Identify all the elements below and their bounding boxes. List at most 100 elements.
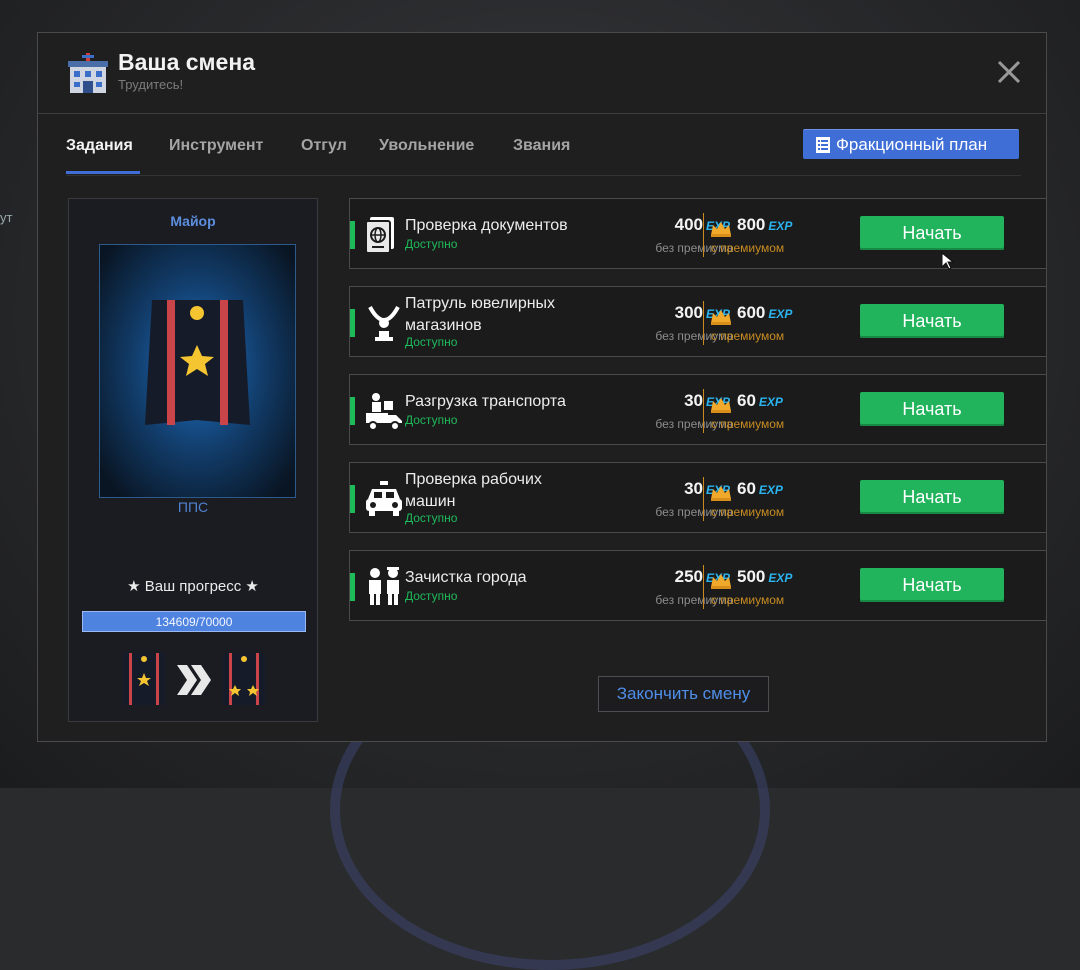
task-exp-premium: 60 EXP [737, 391, 783, 411]
task-name-line: Зачистка города [405, 569, 527, 586]
exp-unit: EXP [758, 395, 783, 409]
active-tab-indicator [66, 171, 140, 174]
task-status: Доступно [405, 511, 458, 525]
police-station-icon [68, 53, 108, 93]
crown-icon [710, 221, 732, 242]
clipboard-icon [816, 137, 830, 153]
premium-label: с премиумом [711, 329, 785, 343]
task-row: Патруль ювелирных магазинов Доступно 300 EXP… [349, 286, 1047, 357]
exp-value: 250 [674, 567, 703, 586]
task-name: Патруль ювелирных магазинов [405, 293, 555, 337]
exp-premium-value: 600 [737, 303, 766, 322]
task-accent [350, 309, 355, 337]
start-task-button[interactable]: Начать [860, 216, 1004, 250]
crown-icon [710, 485, 732, 506]
crown-icon [710, 397, 732, 418]
exp-unit: EXP [768, 219, 793, 233]
tab-tools[interactable]: Инструмент [169, 137, 263, 155]
task-name-line: Проверка рабочих [405, 471, 542, 488]
progress-text: 134609/70000 [155, 615, 233, 629]
premium-label: с премиумом [711, 593, 785, 607]
shift-window: Ваша смена Трудитесь! Задания Инструмент… [37, 32, 1047, 742]
exp-premium-value: 800 [737, 215, 766, 234]
police-car-icon [366, 481, 402, 516]
task-status: Доступно [405, 237, 458, 251]
faction-plan-label: Фракционный план [836, 135, 988, 154]
finish-shift-button[interactable]: Закончить смену [598, 676, 769, 712]
task-name: Проверка документов [405, 215, 568, 237]
task-name-line: магазинов [405, 317, 482, 334]
task-status: Доступно [405, 335, 458, 349]
progress-title: ★ Ваш прогресс ★ [127, 578, 259, 595]
task-exp-premium: 800 EXP [737, 215, 792, 235]
task-name-line: машин [405, 493, 456, 510]
close-icon[interactable] [994, 57, 1024, 87]
delivery-truck-icon [366, 393, 402, 431]
crown-icon [710, 573, 732, 594]
premium-label: с премиумом [711, 241, 785, 255]
start-task-button[interactable]: Начать [860, 568, 1004, 602]
task-status: Доступно [405, 589, 458, 603]
faction-plan-button[interactable]: Фракционный план [803, 129, 1019, 159]
task-name: Зачистка города [405, 567, 527, 589]
exp-premium-value: 60 [737, 479, 756, 498]
task-name-line: Проверка документов [405, 217, 568, 234]
crown-icon [710, 309, 732, 330]
task-row: Проверка рабочих машин Доступно 30 EXP без пр… [349, 462, 1047, 533]
tab-dismissal[interactable]: Увольнение [379, 137, 474, 155]
rank-progress-bar: 134609/70000 [82, 611, 306, 632]
passport-icon [365, 217, 394, 254]
rank-unit: ППС [177, 499, 209, 515]
premium-label: с премиумом [711, 505, 785, 519]
exp-premium-value: 500 [737, 567, 766, 586]
task-exp-premium: 500 EXP [737, 567, 792, 587]
task-accent [350, 397, 355, 425]
task-row: Разгрузка транспорта Доступно 30 EXP без пре… [349, 374, 1047, 445]
divider [703, 301, 704, 345]
task-status: Доступно [405, 413, 458, 427]
police-officers-icon [369, 567, 399, 605]
divider [703, 565, 704, 609]
window-title: Ваша смена [118, 49, 256, 75]
window-subtitle: Трудитесь! [118, 77, 184, 92]
exp-value: 30 [684, 391, 703, 410]
start-task-button[interactable]: Начать [860, 304, 1004, 338]
tab-day-off[interactable]: Отгул [301, 137, 347, 155]
major-epaulet-icon [145, 300, 250, 425]
task-name-line: Разгрузка транспорта [405, 393, 566, 410]
exp-premium-value: 60 [737, 391, 756, 410]
task-name: Разгрузка транспорта [405, 391, 566, 413]
window-header: Ваша смена Трудитесь! [38, 33, 1046, 114]
mouse-cursor-icon [941, 252, 955, 270]
premium-label: с премиумом [711, 417, 785, 431]
exp-value: 400 [674, 215, 703, 234]
background-text: ут [0, 210, 13, 225]
task-name-line: Патруль ювелирных [405, 295, 556, 312]
exp-unit: EXP [758, 483, 783, 497]
double-chevron-right-icon [177, 665, 211, 695]
rank-insignia-card [99, 244, 296, 498]
jewelry-necklace-icon [368, 306, 400, 341]
task-row: Зачистка города Доступно 250 EXP без премиум… [349, 550, 1047, 621]
task-exp-premium: 60 EXP [737, 479, 783, 499]
tab-ranks[interactable]: Звания [513, 137, 570, 155]
current-rank-epaulet-icon [123, 653, 165, 705]
start-task-button[interactable]: Начать [860, 392, 1004, 426]
rank-name: Майор [170, 213, 216, 229]
task-name: Проверка рабочих машин [405, 469, 542, 513]
task-accent [350, 221, 355, 249]
exp-unit: EXP [768, 307, 793, 321]
divider [703, 389, 704, 433]
divider [703, 213, 704, 257]
task-exp-premium: 600 EXP [737, 303, 792, 323]
task-accent [350, 573, 355, 601]
exp-value: 300 [674, 303, 703, 322]
exp-value: 30 [684, 479, 703, 498]
rank-panel: Майор ППС ★ Ваш прогресс ★ 134609/70000 [68, 198, 318, 722]
next-rank-epaulet-icon [223, 653, 265, 705]
exp-unit: EXP [768, 571, 793, 585]
tab-tasks[interactable]: Задания [66, 137, 133, 155]
task-accent [350, 485, 355, 513]
divider [703, 477, 704, 521]
start-task-button[interactable]: Начать [860, 480, 1004, 514]
